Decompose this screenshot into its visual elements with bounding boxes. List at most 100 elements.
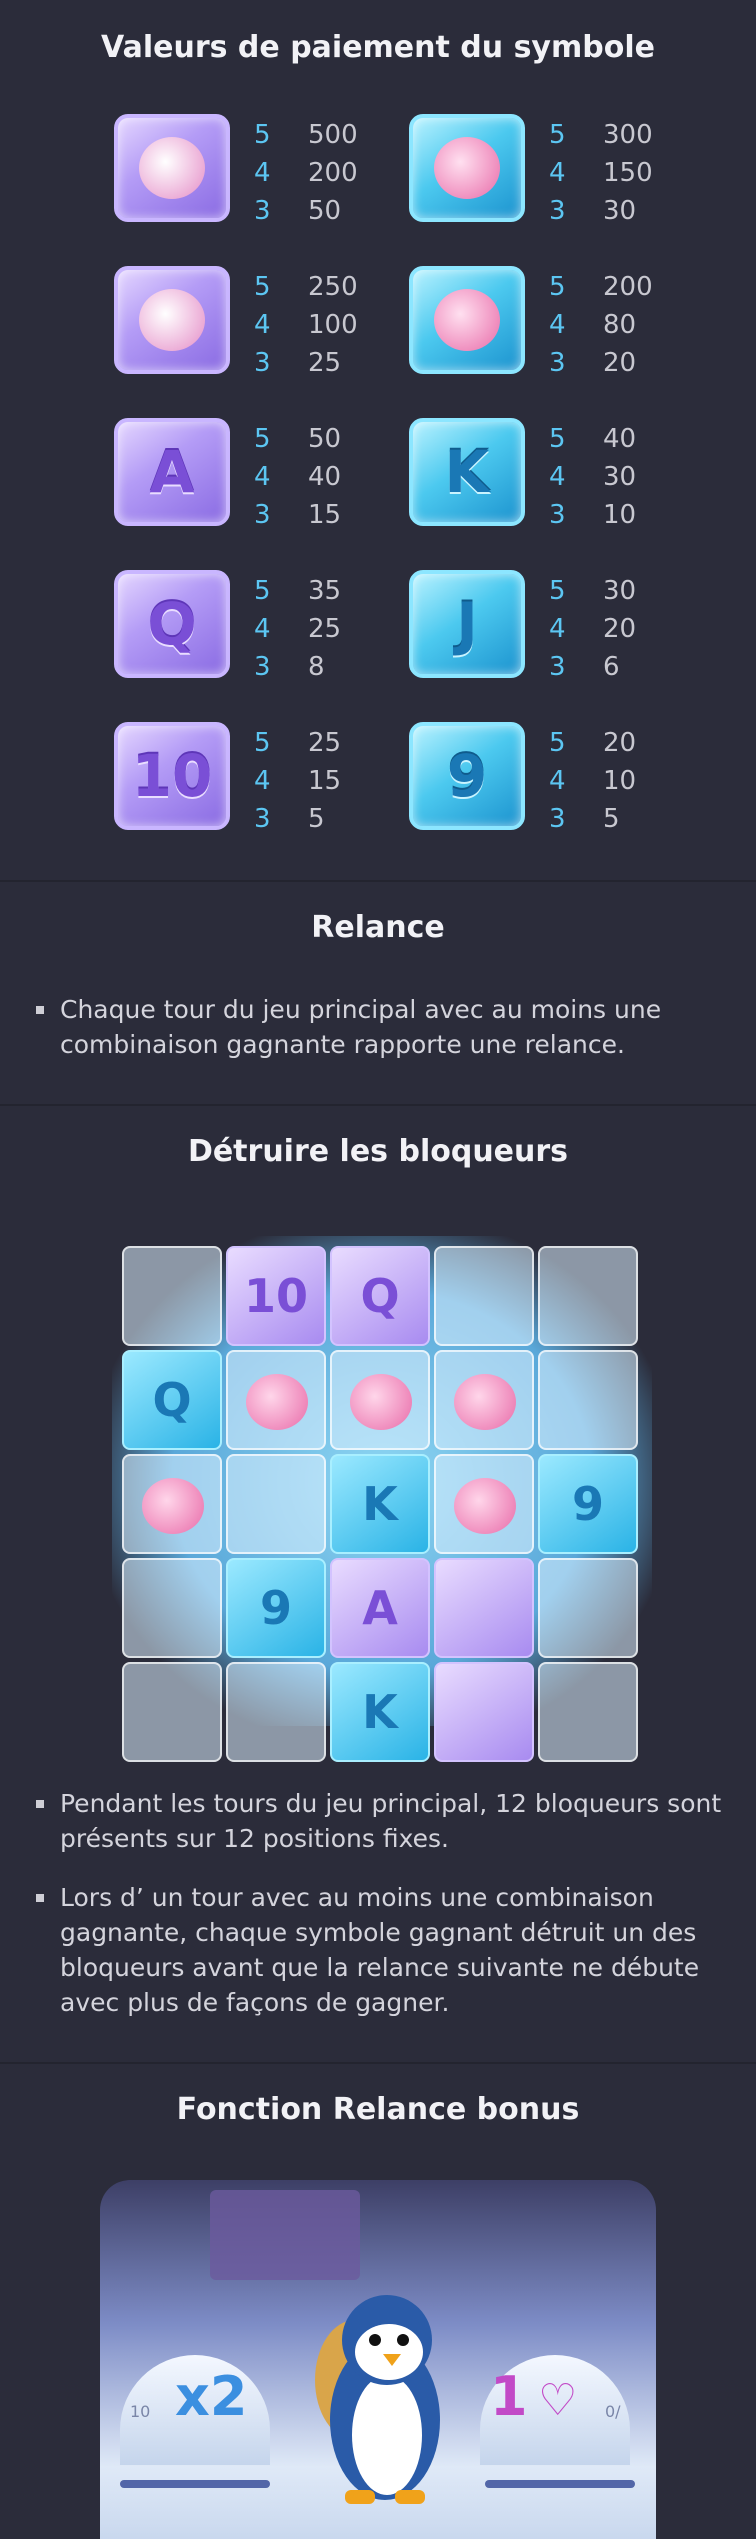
payout-row: 4 30 <box>549 458 636 496</box>
payout-count: 4 <box>254 614 271 644</box>
board-cell <box>434 1246 534 1346</box>
payout-value: 300 <box>603 120 653 150</box>
symbol-tile-q: Q <box>114 570 230 678</box>
symbol-glyph: K <box>444 438 490 506</box>
squid-icon <box>139 289 205 351</box>
symbol-glyph: 10 <box>131 742 213 810</box>
board-cell <box>538 1350 638 1450</box>
payout-row: 4 40 <box>254 458 341 496</box>
payout-value: 20 <box>603 348 637 378</box>
board-cell <box>122 1558 222 1658</box>
board-symbol: A <box>362 1581 398 1635</box>
payout-value: 25 <box>308 348 342 378</box>
blockers-bullet-2: Lors d’ un tour avec au moins une combin… <box>36 1880 726 2020</box>
payout-count: 4 <box>549 158 566 188</box>
section-divider <box>0 1104 756 1106</box>
payout-list: 5 300 4 150 3 30 <box>549 116 653 230</box>
symbol-tile-pink-seal <box>409 114 525 222</box>
relance-title: Relance <box>311 910 445 945</box>
payout-list: 5 50 4 40 3 15 <box>254 420 341 534</box>
payout-count: 5 <box>549 728 566 758</box>
blockers-title: Détruire les bloqueurs <box>187 1134 569 1169</box>
payout-count: 4 <box>549 462 566 492</box>
relance-bullet: Chaque tour du jeu principal avec au moi… <box>36 992 726 1062</box>
payout-value: 20 <box>603 728 637 758</box>
payout-value: 25 <box>308 728 342 758</box>
payout-value: 50 <box>308 424 342 454</box>
section-divider <box>0 880 756 882</box>
payout-count: 3 <box>254 500 271 530</box>
board-cell: Q <box>122 1350 222 1450</box>
payout-row: 4 20 <box>549 610 636 648</box>
pink-fish-icon <box>246 1374 308 1430</box>
payout-count: 4 <box>549 766 566 796</box>
blockers-bullet-1: Pendant les tours du jeu principal, 12 b… <box>36 1786 726 1856</box>
payout-list: 5 20 4 10 3 5 <box>549 724 636 838</box>
payout-count: 3 <box>254 196 271 226</box>
payout-row: 4 25 <box>254 610 341 648</box>
board-cell <box>226 1454 326 1554</box>
symbol-tile-9: 9 <box>409 722 525 830</box>
payout-value: 30 <box>603 576 637 606</box>
payout-value: 100 <box>308 310 358 340</box>
payout-count: 4 <box>254 158 271 188</box>
payout-list: 5 500 4 200 3 50 <box>254 116 358 230</box>
payout-count: 5 <box>549 120 566 150</box>
bullet-mark <box>36 1800 44 1808</box>
symbol-glyph: A <box>149 438 195 506</box>
board-cell <box>226 1350 326 1450</box>
payout-row: 5 50 <box>254 420 341 458</box>
board-symbol: 10 <box>243 1269 308 1323</box>
heart-icon: ♡ <box>538 2375 578 2426</box>
bullet-text: Pendant les tours du jeu principal, 12 b… <box>60 1789 722 1853</box>
payout-count: 3 <box>549 196 566 226</box>
board-symbol: K <box>362 1477 398 1531</box>
pink-fish-icon <box>454 1478 516 1534</box>
bonus-title: Fonction Relance bonus <box>176 2092 580 2127</box>
payout-count: 5 <box>549 576 566 606</box>
pink-fish-icon <box>350 1374 412 1430</box>
board-cell <box>122 1454 222 1554</box>
payout-list: 5 40 4 30 3 10 <box>549 420 636 534</box>
payout-row: 5 25 <box>254 724 341 762</box>
pink-fish-icon <box>454 1374 516 1430</box>
board-cell: K <box>330 1454 430 1554</box>
payout-count: 3 <box>549 500 566 530</box>
bullet-mark <box>36 1006 44 1014</box>
payout-row: 36 <box>549 648 636 686</box>
payout-value: 10 <box>603 766 637 796</box>
board-cell <box>434 1662 534 1762</box>
symbol-glyph <box>118 118 226 218</box>
payout-row: 4 200 <box>254 154 358 192</box>
payout-row: 3 20 <box>549 344 653 382</box>
symbol-glyph: J <box>456 590 478 658</box>
board-symbol: 9 <box>571 1477 604 1531</box>
board-cell: 9 <box>226 1558 326 1658</box>
payout-count: 4 <box>549 310 566 340</box>
board-cell <box>538 1246 638 1346</box>
board-cell: 10 <box>226 1246 326 1346</box>
penguin-character <box>315 2295 440 2504</box>
bonus-bar-left <box>120 2480 270 2488</box>
payout-row: 3 25 <box>254 344 358 382</box>
payout-row: 3 10 <box>549 496 636 534</box>
payout-row: 5 35 <box>254 572 341 610</box>
board-cell <box>538 1558 638 1658</box>
pink-fish-icon <box>142 1478 204 1534</box>
fish-icon <box>434 289 500 351</box>
payout-value: 35 <box>308 576 342 606</box>
penguin-icon <box>139 137 205 199</box>
board-cell <box>330 1350 430 1450</box>
board-cell <box>538 1662 638 1762</box>
payout-row: 5 500 <box>254 116 358 154</box>
payout-list: 5 200 4 80 3 20 <box>549 268 653 382</box>
payout-value: 30 <box>603 462 637 492</box>
payout-count: 4 <box>254 766 271 796</box>
payout-count: 4 <box>254 310 271 340</box>
symbol-glyph <box>413 270 521 370</box>
bonus-left-small: 10 <box>130 2402 151 2421</box>
board-cell: 9 <box>538 1454 638 1554</box>
payout-count: 3 <box>549 348 566 378</box>
payout-row: 3 15 <box>254 496 341 534</box>
board-cell <box>122 1246 222 1346</box>
